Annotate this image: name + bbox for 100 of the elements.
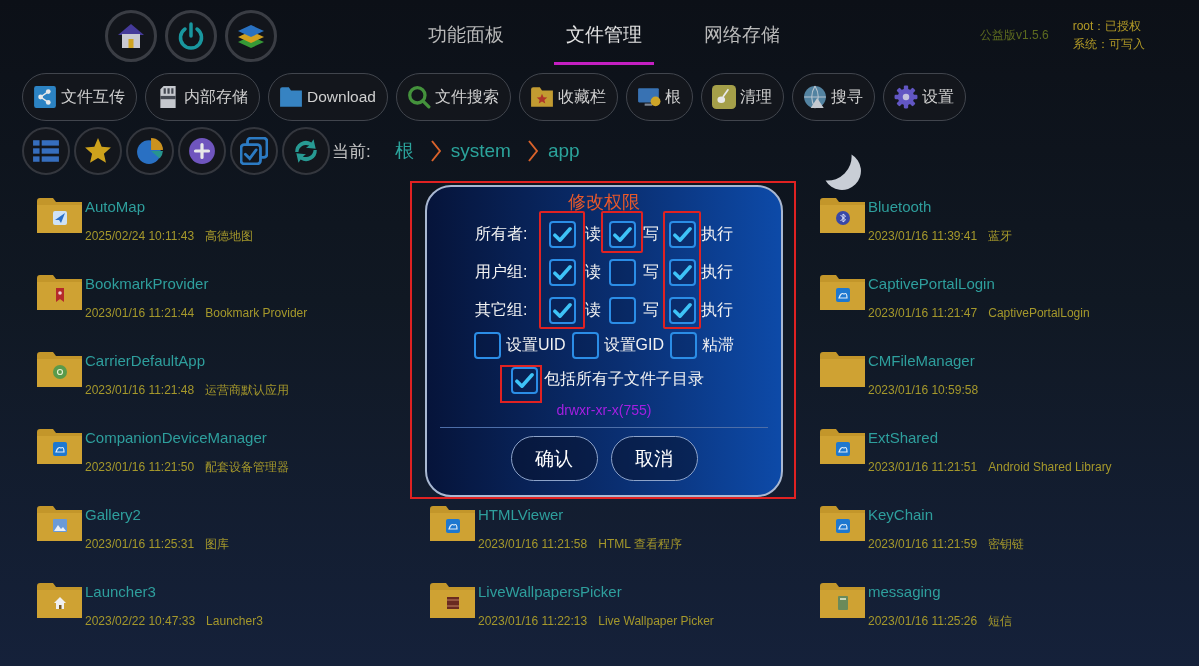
folder-icon[interactable] <box>37 506 82 541</box>
file-description: Android Shared Library <box>988 460 1112 475</box>
file-date: 2023/01/16 11:21:48 <box>85 383 195 398</box>
file-name[interactable]: LiveWallpapersPicker <box>478 583 714 601</box>
checkbox[interactable] <box>608 220 636 248</box>
file-description: 图库 <box>205 537 230 552</box>
toolbar-button[interactable]: 收藏栏 <box>518 73 618 121</box>
star-button[interactable] <box>74 127 122 175</box>
file-name[interactable]: Bluetooth <box>868 198 1013 216</box>
power-button[interactable] <box>165 10 217 62</box>
checkbox[interactable] <box>474 331 501 359</box>
file-description: 短信 <box>988 614 1013 629</box>
folder-icon[interactable] <box>37 583 82 618</box>
checkmark-icon <box>552 300 572 320</box>
folder-icon[interactable] <box>820 583 865 618</box>
file-name[interactable]: CarrierDefaultApp <box>85 352 290 370</box>
folder-icon[interactable] <box>820 506 865 541</box>
permission-label: 读 <box>585 262 601 282</box>
pie-chart-button[interactable] <box>126 127 174 175</box>
copy-button[interactable] <box>230 127 278 175</box>
cancel-button[interactable]: 取消 <box>610 436 698 481</box>
folder-icon[interactable] <box>430 506 475 541</box>
file-name[interactable]: Launcher3 <box>85 583 263 601</box>
permission-mode: drwxr-xr-x(755) <box>556 402 652 418</box>
star-folder-icon <box>529 85 554 109</box>
toolbar-button[interactable]: 文件搜索 <box>395 73 511 121</box>
folder-icon[interactable] <box>37 275 82 310</box>
toolbar-button[interactable]: 搜寻 <box>791 73 875 121</box>
layers-button[interactable] <box>225 10 277 62</box>
refresh-button[interactable] <box>282 127 330 175</box>
file-description: 高德地图 <box>205 229 254 244</box>
chevron-right-icon <box>527 140 538 162</box>
toolbar-button[interactable]: 文件互传 <box>22 73 137 121</box>
file-name[interactable]: AutoMap <box>85 198 254 216</box>
monitor-icon <box>636 85 661 109</box>
list-button[interactable] <box>22 127 70 175</box>
folder-icon <box>279 85 303 109</box>
path-label: 当前: <box>332 140 371 163</box>
checkbox[interactable] <box>548 220 576 248</box>
file-name[interactable]: ExtShared <box>868 429 1112 447</box>
share-icon <box>33 85 57 109</box>
folder-icon[interactable] <box>37 352 82 387</box>
toolbar-button[interactable]: 根 <box>625 73 693 121</box>
toolbar-button[interactable]: Download <box>268 73 388 121</box>
file-name[interactable]: CompanionDeviceManager <box>85 429 290 447</box>
checkbox[interactable] <box>668 220 696 248</box>
folder-icon[interactable] <box>37 198 82 233</box>
toolbar-button[interactable]: 清理 <box>700 73 784 121</box>
checkbox[interactable] <box>668 258 696 286</box>
permission-label: 写 <box>643 300 659 320</box>
toolbar-button[interactable]: 内部存储 <box>145 73 260 121</box>
file-name[interactable]: CaptivePortalLogin <box>868 275 1090 293</box>
folder-icon[interactable] <box>820 198 865 233</box>
checkbox[interactable] <box>670 331 697 359</box>
search-icon <box>406 85 431 109</box>
checkmark-icon <box>672 224 692 244</box>
home-button[interactable] <box>105 10 157 62</box>
file-description: HTML 查看程序 <box>598 537 682 552</box>
file-name[interactable]: KeyChain <box>868 506 1025 524</box>
tab[interactable]: 网络存储 <box>692 8 792 65</box>
file-name[interactable]: HTMLViewer <box>478 506 682 524</box>
file-date: 2023/01/16 10:59:58 <box>868 383 979 398</box>
confirm-button[interactable]: 确认 <box>510 436 598 481</box>
checkbox[interactable] <box>571 331 599 359</box>
folder-icon[interactable] <box>820 429 865 464</box>
file-name[interactable]: messaging <box>868 583 1013 601</box>
add-button[interactable] <box>178 127 226 175</box>
file-name[interactable]: BookmarkProvider <box>85 275 308 293</box>
folder-icon[interactable] <box>820 352 865 387</box>
file-name[interactable]: Gallery2 <box>85 506 230 524</box>
option-label: 包括所有子文件子目录 <box>544 369 704 389</box>
file-date: 2023/01/16 11:39:41 <box>868 229 978 244</box>
checkbox[interactable] <box>608 258 636 286</box>
file-date: 2023/01/16 11:21:44 <box>85 306 195 321</box>
checkbox[interactable] <box>511 367 538 394</box>
folder-icon[interactable] <box>37 429 82 464</box>
tab[interactable]: 文件管理 <box>554 8 654 65</box>
toolbar-button[interactable]: 设置 <box>882 73 966 121</box>
checkbox[interactable] <box>548 296 576 324</box>
breadcrumb-link[interactable]: 根 <box>394 138 414 164</box>
breadcrumb-link[interactable]: app <box>547 140 580 162</box>
copy-check-icon <box>240 137 268 165</box>
file-date: 2023/01/16 11:21:50 <box>85 460 195 475</box>
checkmark-icon <box>612 224 632 244</box>
checkmark-icon <box>672 262 692 282</box>
folder-icon[interactable] <box>430 583 475 618</box>
checkbox[interactable] <box>608 296 636 324</box>
checkbox[interactable] <box>548 258 576 286</box>
dialog-title: 修改权限 <box>568 191 640 213</box>
folder-icon[interactable] <box>820 275 865 310</box>
breadcrumb-link[interactable]: system <box>450 140 511 162</box>
file-description: 蓝牙 <box>988 229 1013 244</box>
group-label: 用户组: <box>475 262 528 282</box>
sync-icon <box>292 137 320 165</box>
status-text: 系统：可写入 <box>1072 36 1145 53</box>
checkbox[interactable] <box>668 296 696 324</box>
chevron-right-icon <box>430 140 441 162</box>
file-name[interactable]: CMFileManager <box>868 352 979 370</box>
file-date: 2023/01/16 11:21:59 <box>868 537 978 552</box>
tab[interactable]: 功能面板 <box>416 8 516 65</box>
